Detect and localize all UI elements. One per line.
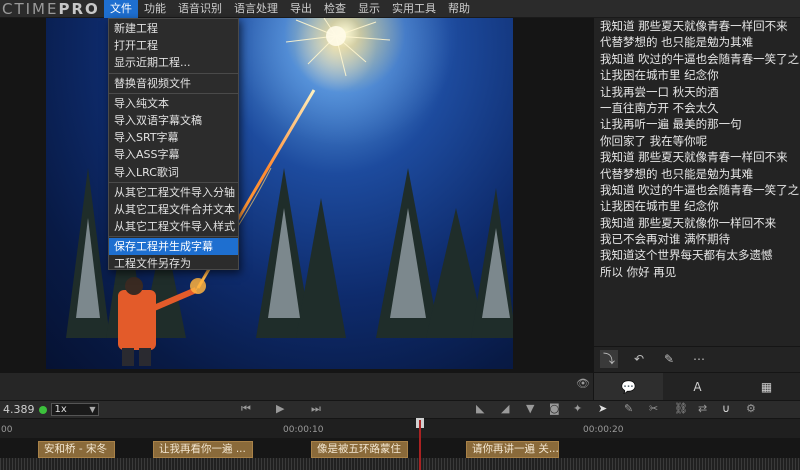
menu-separator — [109, 181, 238, 183]
pen-icon[interactable]: ✎ — [660, 350, 678, 368]
menu-item[interactable]: 语言处理 — [228, 0, 284, 18]
file-menu-item[interactable]: 导入ASS字幕 — [109, 146, 238, 163]
play-icon[interactable]: ▶ — [276, 401, 284, 417]
status-dot — [38, 405, 47, 414]
subtitle-segment[interactable]: 安和桥 - 宋冬 — [38, 441, 115, 458]
video-player[interactable] — [0, 18, 593, 372]
subtitle-segment[interactable]: 请你再讲一遍 关... — [466, 441, 559, 458]
tab-style[interactable]: A — [663, 373, 732, 400]
subtitle-segment[interactable]: 像是被五环路蒙住 — [311, 441, 408, 458]
ruler-tick: 00:00:10 — [283, 425, 324, 435]
subtitle-line[interactable]: 我知道 吹过的牛逼也会随青春一笑了之 — [600, 51, 800, 67]
menu-separator — [109, 92, 238, 94]
subtitle-segment[interactable]: 让我再看你一遍 ... — [153, 441, 253, 458]
menu-item[interactable]: 帮助 — [442, 0, 476, 18]
menu-item[interactable]: 检查 — [318, 0, 352, 18]
more-icon[interactable]: ⋯ — [690, 350, 708, 368]
ruler-tick: 00:00:20 — [583, 425, 624, 435]
file-menu-item[interactable]: 替换音视频文件 — [109, 75, 238, 92]
triangle-right-icon[interactable]: ◢ — [501, 401, 509, 417]
speed-select[interactable]: 1x ▼ — [50, 403, 99, 416]
menu-item[interactable]: 显示 — [352, 0, 386, 18]
app-logo: CTIMEPRO — [2, 0, 100, 18]
subtitle-text-list[interactable]: 我知道 那些夏天就像青春一样回不来 代替梦想的 也只能是勉为其难 我知道 吹过的牛逼… — [594, 18, 800, 343]
file-menu-item[interactable]: 显示近期工程... — [109, 54, 238, 71]
subtitle-line[interactable]: 让我困在城市里 纪念你 — [600, 67, 800, 83]
playhead[interactable] — [419, 420, 421, 470]
subtitle-line[interactable]: 让我困在城市里 纪念你 — [600, 198, 800, 214]
edit-icon[interactable]: ✎ — [624, 401, 633, 417]
file-menu-item[interactable]: 保存工程并生成字幕 — [109, 238, 238, 256]
preview-footer — [0, 372, 593, 400]
swap-icon[interactable]: ⇄ — [698, 401, 707, 417]
menu-item[interactable]: 语音识别 — [172, 0, 228, 18]
triangle-left-icon[interactable]: ◣ — [476, 401, 484, 417]
undo-icon[interactable]: ↶ — [630, 350, 648, 368]
file-menu-item[interactable]: 从其它工程文件导入分轴 — [109, 184, 238, 201]
subtitle-line[interactable]: 代替梦想的 也只能是勉为其难 — [600, 166, 800, 182]
file-menu-item[interactable]: 从其它工程文件合并文本 — [109, 201, 238, 218]
tab-grid[interactable]: ▦ — [732, 373, 800, 400]
subtitle-line[interactable]: 你回家了 我在等你呢 — [600, 133, 800, 149]
subtitle-line[interactable]: 代替梦想的 也只能是勉为其难 — [600, 34, 800, 50]
subtitle-line[interactable]: 所以 你好 再见 — [600, 264, 800, 280]
current-time: 4.389 — [3, 403, 35, 416]
menu-separator — [109, 236, 238, 238]
skip-forward-icon[interactable]: ⏭ — [311, 401, 321, 417]
subtitle-line[interactable]: 一直往南方开 不会太久 — [600, 100, 800, 116]
wand-icon[interactable]: ✦ — [573, 401, 582, 417]
pointer-icon[interactable]: ➤ — [598, 401, 607, 417]
menu-item[interactable]: 功能 — [138, 0, 172, 18]
subtitle-line[interactable]: 我知道这个世界每天都有太多遗憾 — [600, 247, 800, 263]
menu-item[interactable]: 实用工具 — [386, 0, 442, 18]
timeline-ruler[interactable]: 00 00:00:10 00:00:20 — [0, 418, 800, 438]
subtitle-line[interactable]: 我已不会再对谁 满怀期待 — [600, 231, 800, 247]
panel-tabs: 💬 A ▦ — [594, 372, 800, 400]
chevron-down-icon: ▼ — [89, 405, 96, 414]
camera-icon[interactable]: ◙ — [549, 401, 560, 417]
subtitle-line[interactable]: 我知道 那些夏天就像青春一样回不来 — [600, 18, 800, 34]
menu-item[interactable]: 文件 — [104, 0, 138, 18]
file-menu-item[interactable]: 导入SRT字幕 — [109, 129, 238, 146]
subtitle-line[interactable]: 我知道 吹过的牛逼也会随青春一笑了之 — [600, 182, 800, 198]
skip-back-icon[interactable]: ⏮ — [241, 401, 251, 417]
file-menu-item[interactable]: 导入双语字幕文稿 — [109, 112, 238, 129]
speech-bubble-icon: 💬 — [621, 380, 636, 394]
audio-waveform — [0, 458, 800, 470]
file-menu-item[interactable]: 新建工程 — [109, 20, 238, 37]
subtitle-line[interactable]: 让我再尝一口 秋天的酒 — [600, 84, 800, 100]
subtitle-toolbar: ⤵ ↶ ✎ ⋯ — [594, 346, 800, 370]
menu-bar: CTIMEPRO 文件 功能 语音识别 语言处理 导出 检查 显示 实用工具 帮助 — [0, 0, 800, 18]
scissors-icon[interactable]: ✂ — [649, 401, 658, 417]
gear-icon[interactable]: ⚙ — [746, 401, 756, 417]
subtitle-line[interactable]: 我知道 那些夏天就像你一样回不来 — [600, 215, 800, 231]
grid-icon: ▦ — [760, 380, 773, 394]
file-menu-dropdown: 新建工程 打开工程 显示近期工程... 替换音视频文件 导入纯文本 导入双语字幕文稿 导入S… — [108, 18, 239, 270]
eye-icon[interactable]: 👁 — [576, 377, 590, 390]
enter-icon[interactable]: ⤵ — [600, 349, 618, 368]
file-menu-item[interactable]: 导入纯文本 — [109, 95, 238, 112]
subtitle-panel: 我知道 那些夏天就像青春一样回不来 代替梦想的 也只能是勉为其难 我知道 吹过的牛逼… — [593, 18, 800, 400]
triangle-down-icon[interactable]: ▼ — [526, 401, 534, 417]
file-menu-item[interactable]: 打开工程 — [109, 37, 238, 54]
menu-item[interactable]: 导出 — [284, 0, 318, 18]
file-menu-item[interactable]: 导入LRC歌词 — [109, 164, 238, 181]
file-menu-item[interactable]: 从其它工程文件导入样式 — [109, 218, 238, 235]
file-menu-item[interactable]: 工程文件另存为 — [109, 255, 238, 272]
link-icon[interactable]: ⛓ — [674, 401, 688, 417]
subtitle-line[interactable]: 我知道 那些夏天就像青春一样回不来 — [600, 149, 800, 165]
menu-separator — [109, 72, 238, 74]
ruler-tick: 00 — [1, 425, 13, 435]
subtitle-line[interactable]: 让我再听一遍 最美的那一句 — [600, 116, 800, 132]
tab-comments[interactable]: 💬 — [594, 373, 663, 400]
magnet-icon[interactable]: ∪ — [722, 401, 730, 417]
